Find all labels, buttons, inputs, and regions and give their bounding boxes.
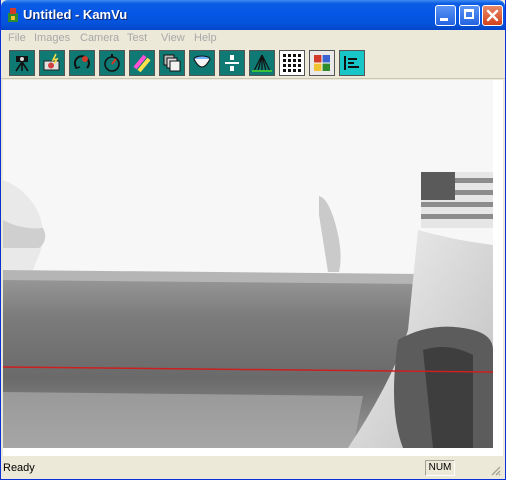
- tool-fraction[interactable]: [219, 50, 245, 76]
- tool-clock[interactable]: [99, 50, 125, 76]
- toolbar: [1, 48, 505, 79]
- menu-test[interactable]: Test: [127, 32, 147, 44]
- tool-dot-grid[interactable]: [279, 50, 305, 76]
- tool-histogram[interactable]: [339, 50, 365, 76]
- minimize-button[interactable]: [435, 5, 456, 26]
- status-text: Ready: [3, 462, 35, 474]
- clock-gauge-icon: [104, 54, 120, 72]
- menu-bar: File Images Camera Test View Help: [1, 30, 505, 48]
- menu-camera[interactable]: Camera: [80, 32, 119, 44]
- color-pencils-icon: [133, 54, 151, 73]
- close-icon: [486, 9, 499, 22]
- resize-grip-icon[interactable]: [489, 464, 501, 476]
- app-icon: [8, 8, 18, 22]
- menu-file[interactable]: File: [8, 32, 26, 44]
- histogram-icon: [344, 56, 359, 70]
- num-lock-indicator: NUM: [425, 460, 455, 476]
- tool-color-pencils[interactable]: [129, 50, 155, 76]
- close-button[interactable]: [482, 5, 503, 26]
- fraction-icon: [225, 55, 239, 71]
- tool-capture[interactable]: [39, 50, 65, 76]
- capture-flash-icon: [43, 53, 60, 71]
- tool-rotate[interactable]: [69, 50, 95, 76]
- camera-feed-image: [3, 80, 493, 448]
- window-title: Untitled - KamVu: [23, 7, 128, 22]
- menu-view[interactable]: View: [161, 32, 185, 44]
- tool-image-stack[interactable]: [159, 50, 185, 76]
- video-view[interactable]: [3, 80, 503, 456]
- menu-images[interactable]: Images: [34, 32, 70, 44]
- image-stack-icon: [163, 54, 181, 72]
- maximize-button[interactable]: [459, 5, 480, 26]
- title-bar[interactable]: Untitled - KamVu: [1, 0, 505, 30]
- status-bar: Ready NUM: [1, 458, 505, 479]
- tool-lens[interactable]: [189, 50, 215, 76]
- app-window: Untitled - KamVu File Images Camera Test…: [0, 0, 506, 480]
- tool-camera-tripod[interactable]: [9, 50, 35, 76]
- tool-color-table[interactable]: [309, 50, 335, 76]
- menu-help[interactable]: Help: [194, 32, 217, 44]
- tool-perspective[interactable]: [249, 50, 275, 76]
- lens-icon: [193, 55, 211, 68]
- flag-image: [421, 172, 493, 228]
- dot-grid-icon: [283, 54, 301, 72]
- camera-tripod-icon: [15, 56, 29, 72]
- rotate-camera-icon: [73, 55, 90, 69]
- perspective-grid-icon: [252, 54, 272, 72]
- color-table-icon: [314, 55, 330, 71]
